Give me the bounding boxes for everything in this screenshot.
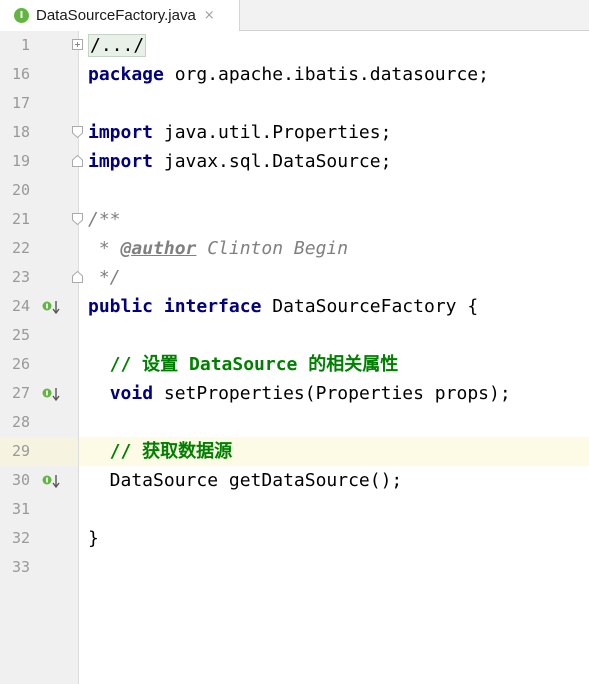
code-line: 30 DataSource getDataSource(); — [0, 466, 589, 495]
code-line: 31 — [0, 495, 589, 524]
line-number: 20 — [11, 181, 30, 199]
tab-filename: DataSourceFactory.java — [36, 6, 196, 24]
code-line: 18 import java.util.Properties; — [0, 118, 589, 147]
editor-tab-bar: I DataSourceFactory.java × — [0, 0, 589, 31]
fold-end-icon[interactable] — [72, 270, 83, 284]
line-number: 29 — [11, 442, 30, 460]
code-line: 26 // 设置 DataSource 的相关属性 — [0, 350, 589, 379]
keyword: import — [88, 122, 154, 143]
code-line: 19 import javax.sql.DataSource; — [0, 147, 589, 176]
line-number: 27 — [11, 384, 30, 402]
code-line: 21 /** — [0, 205, 589, 234]
line-number: 25 — [11, 326, 30, 344]
line-number: 17 — [11, 94, 30, 112]
javadoc-text: Clinton Begin — [196, 238, 349, 259]
line-number: 32 — [11, 529, 30, 547]
keyword: void — [109, 383, 154, 404]
javadoc-prefix: * — [88, 238, 121, 259]
keyword: import — [88, 151, 154, 172]
code-line: 1 /.../ — [0, 31, 589, 60]
code-line: 24 public interface DataSourceFactory { — [0, 292, 589, 321]
code-text: javax.sql.DataSource; — [153, 151, 392, 172]
code-line: 23 */ — [0, 263, 589, 292]
keyword: interface — [163, 296, 262, 317]
line-number: 33 — [11, 558, 30, 576]
line-number: 16 — [11, 65, 30, 83]
code-line: 17 — [0, 89, 589, 118]
interface-icon: I — [14, 7, 29, 23]
current-code-line: 29 // 获取数据源 — [0, 437, 589, 466]
code-text: java.util.Properties; — [153, 122, 392, 143]
code-text: setProperties(Properties props); — [153, 383, 511, 404]
implemented-down-arrow-icon[interactable] — [42, 386, 62, 402]
line-number: 26 — [11, 355, 30, 373]
line-number: 30 — [11, 471, 30, 489]
line-number: 24 — [11, 297, 30, 315]
code-line: 28 — [0, 408, 589, 437]
line-number: 31 — [11, 500, 30, 518]
code-line: 16 package org.apache.ibatis.datasource; — [0, 60, 589, 89]
line-number: 1 — [20, 36, 30, 54]
line-number: 28 — [11, 413, 30, 431]
keyword: package — [88, 64, 164, 85]
line-comment: // 设置 DataSource 的相关属性 — [88, 354, 399, 375]
keyword: public — [88, 296, 154, 317]
code-text: DataSourceFactory { — [261, 296, 479, 317]
close-icon[interactable]: × — [204, 8, 215, 23]
line-number: 21 — [11, 210, 30, 228]
line-number: 18 — [11, 123, 30, 141]
line-number: 23 — [11, 268, 30, 286]
tab-datasourcefactory[interactable]: I DataSourceFactory.java × — [0, 0, 240, 31]
javadoc-tag: @author — [120, 238, 197, 259]
code-line: 27 void setProperties(Properties props); — [0, 379, 589, 408]
fold-end-icon[interactable] — [72, 154, 83, 168]
code-text: } — [88, 528, 99, 549]
code-line: 33 — [0, 553, 589, 582]
code-line: 22 * @author Clinton Begin — [0, 234, 589, 263]
code-line: 32 } — [0, 524, 589, 553]
code-text: DataSource getDataSource(); — [88, 470, 403, 491]
folded-header[interactable]: /.../ — [88, 34, 147, 57]
line-comment: // 获取数据源 — [88, 441, 233, 462]
code-line: 25 — [0, 321, 589, 350]
javadoc-text: /** — [88, 209, 121, 230]
line-number: 22 — [11, 239, 30, 257]
javadoc-text: */ — [88, 267, 121, 288]
code-text: org.apache.ibatis.datasource; — [163, 64, 489, 85]
code-line: 20 — [0, 176, 589, 205]
implemented-down-arrow-icon[interactable] — [42, 299, 62, 315]
fold-start-icon[interactable] — [72, 125, 83, 139]
line-number: 19 — [11, 152, 30, 170]
fold-start-icon[interactable] — [72, 212, 83, 226]
implemented-down-arrow-icon[interactable] — [42, 473, 62, 489]
fold-expand-icon[interactable] — [72, 38, 83, 52]
